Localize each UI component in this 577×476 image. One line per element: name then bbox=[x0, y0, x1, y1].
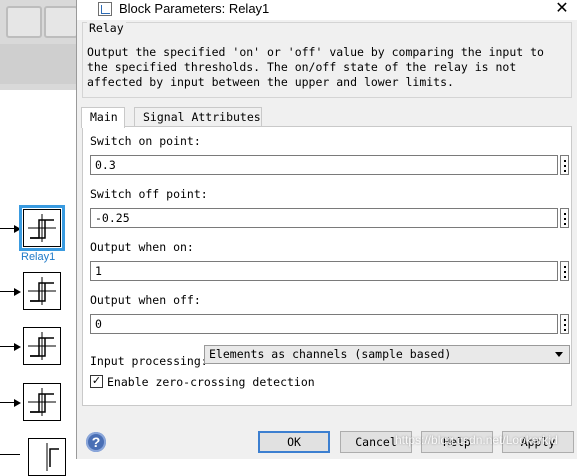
relay-block-selected[interactable] bbox=[19, 205, 65, 251]
dialog-title: Block Parameters: Relay1 bbox=[119, 1, 270, 16]
relay-icon bbox=[28, 277, 56, 305]
switch-off-point-label: Switch off point: bbox=[90, 187, 208, 201]
switch-off-point-input[interactable]: -0.25 bbox=[90, 208, 558, 228]
relay-block[interactable] bbox=[23, 272, 61, 310]
close-icon[interactable]: ✕ bbox=[553, 0, 571, 19]
signal-line[interactable] bbox=[0, 346, 14, 347]
output-when-off-menu-button[interactable] bbox=[560, 314, 569, 334]
watermark-text: https://blog.csdn.net/Lookerkid bbox=[395, 433, 558, 447]
switch-on-point-menu-button[interactable] bbox=[560, 155, 569, 175]
relay-icon bbox=[28, 388, 56, 416]
signal-line[interactable] bbox=[0, 228, 14, 229]
relay-block[interactable] bbox=[23, 383, 61, 421]
canvas-band bbox=[0, 44, 76, 84]
zero-crossing-label[interactable]: Enable zero-crossing detection bbox=[107, 375, 315, 389]
output-when-off-input[interactable]: 0 bbox=[90, 314, 558, 334]
switch-off-point-menu-button[interactable] bbox=[560, 208, 569, 228]
relay-block[interactable] bbox=[23, 327, 61, 365]
chevron-down-icon bbox=[555, 352, 563, 357]
signal-arrow bbox=[14, 225, 21, 233]
signal-arrow bbox=[14, 343, 21, 351]
output-when-on-menu-button[interactable] bbox=[560, 261, 569, 281]
help-icon[interactable]: ? bbox=[86, 432, 106, 452]
input-processing-select[interactable]: Elements as channels (sample based) bbox=[204, 345, 570, 364]
group-title: Relay bbox=[87, 21, 126, 35]
input-processing-label: Input processing: bbox=[90, 354, 208, 368]
relay-block[interactable] bbox=[28, 438, 66, 476]
signal-arrow bbox=[14, 288, 21, 296]
tab-main[interactable]: Main bbox=[81, 107, 125, 128]
block-parameters-icon bbox=[98, 2, 112, 16]
signal-line[interactable] bbox=[0, 454, 20, 455]
output-when-on-input[interactable]: 1 bbox=[90, 261, 558, 281]
output-when-off-label: Output when off: bbox=[90, 293, 201, 307]
main-tab-panel: Switch on point: 0.3 Switch off point: -… bbox=[82, 126, 572, 406]
zero-crossing-checkbox[interactable]: ✓ bbox=[90, 375, 103, 388]
signal-line[interactable] bbox=[0, 291, 14, 292]
block-description: Output the specified 'on' or 'off' value… bbox=[87, 45, 544, 89]
output-when-on-label: Output when on: bbox=[90, 240, 194, 254]
canvas-button[interactable] bbox=[44, 6, 78, 38]
switch-on-point-label: Switch on point: bbox=[90, 134, 201, 148]
relay-icon bbox=[28, 332, 56, 360]
relay-icon bbox=[28, 214, 56, 242]
ok-button[interactable]: OK bbox=[258, 431, 330, 453]
canvas-button[interactable] bbox=[6, 6, 42, 38]
signal-line[interactable] bbox=[0, 402, 14, 403]
input-processing-value: Elements as channels (sample based) bbox=[209, 347, 452, 361]
tab-signal-attributes[interactable]: Signal Attributes bbox=[134, 107, 262, 127]
title-bar[interactable]: Block Parameters: Relay1 ✕ bbox=[77, 0, 577, 20]
relay-icon bbox=[46, 443, 59, 471]
canvas-toolbar-region bbox=[0, 0, 78, 90]
signal-arrow bbox=[14, 399, 21, 407]
block-name-label[interactable]: Relay1 bbox=[21, 251, 55, 263]
switch-on-point-input[interactable]: 0.3 bbox=[90, 155, 558, 175]
block-parameters-dialog: Block Parameters: Relay1 ✕ Relay Output … bbox=[76, 0, 577, 459]
